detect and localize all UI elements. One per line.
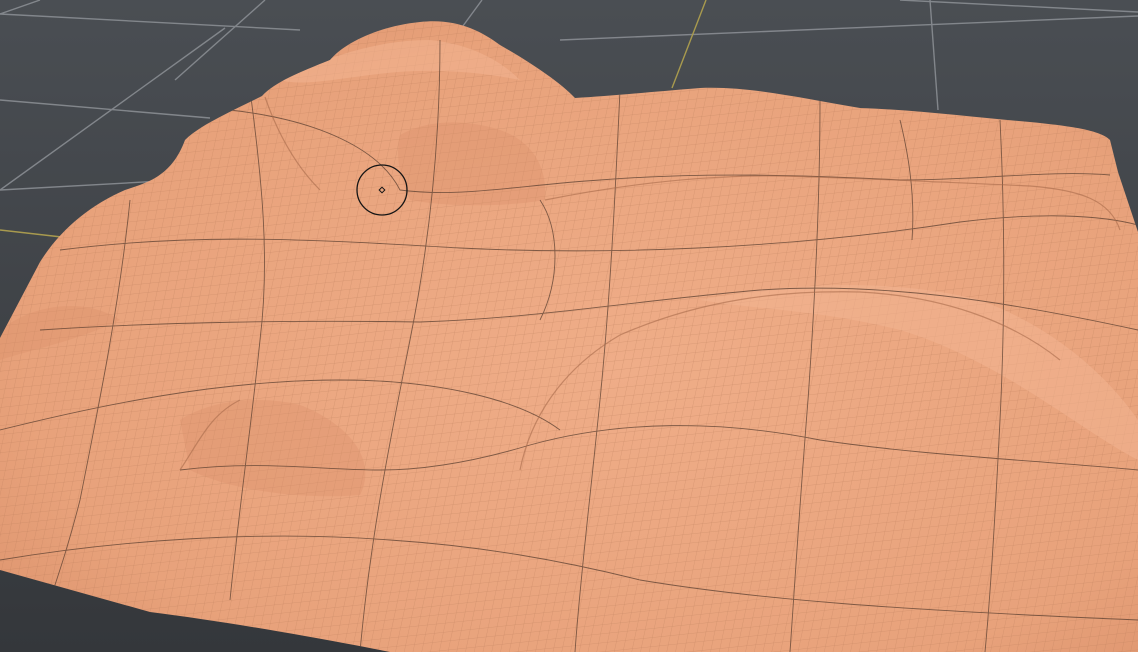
3d-viewport[interactable] (0, 0, 1138, 652)
viewport-canvas[interactable] (0, 0, 1138, 652)
